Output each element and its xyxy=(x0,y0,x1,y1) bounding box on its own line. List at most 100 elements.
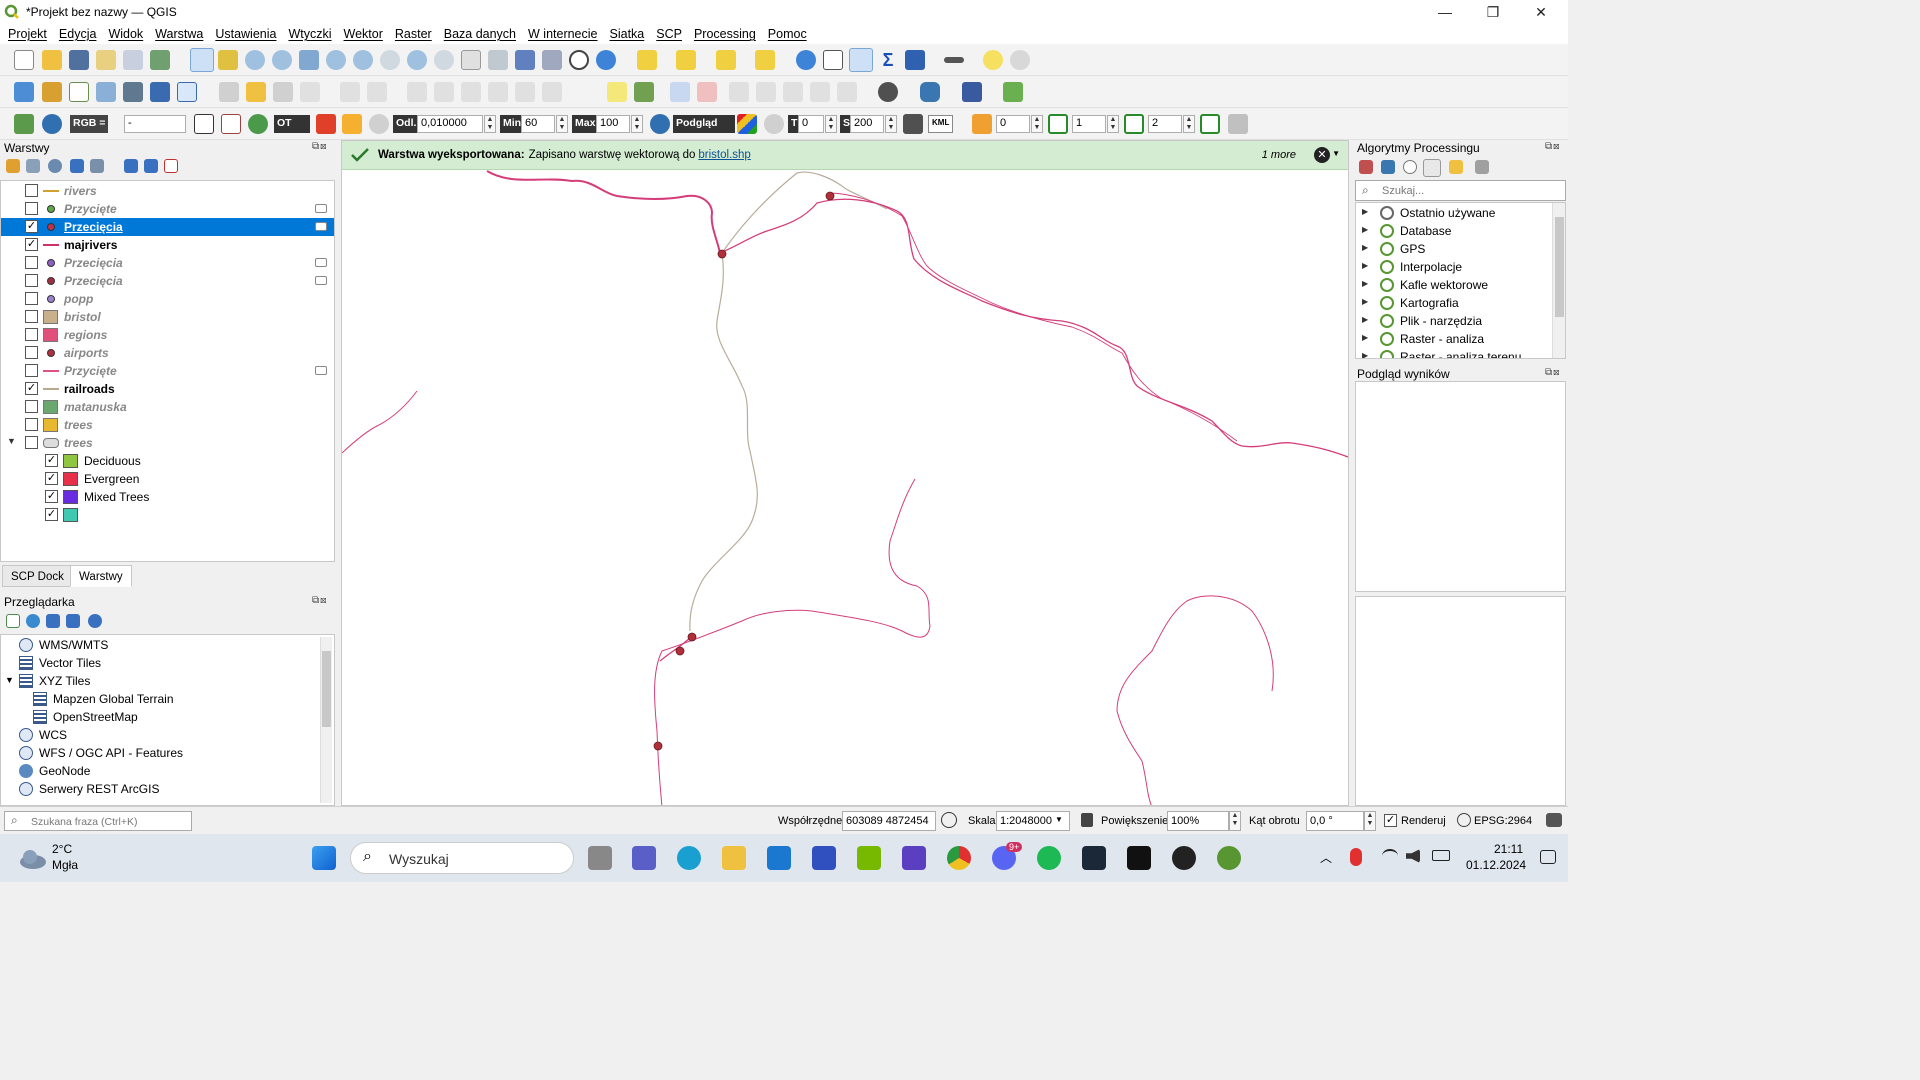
scp-local-cumulative-icon[interactable] xyxy=(221,114,241,134)
file-explorer-icon[interactable] xyxy=(722,846,746,870)
copy-features-icon[interactable] xyxy=(461,82,481,102)
lock-scale-icon[interactable] xyxy=(1081,813,1093,827)
crs-label[interactable]: EPSG:2964 xyxy=(1474,815,1532,827)
layer-visibility-checkbox[interactable] xyxy=(25,418,38,431)
save-project-icon[interactable] xyxy=(69,50,89,70)
legend-class-checkbox[interactable]: ✓ xyxy=(45,490,58,503)
expand-chevron-icon[interactable]: ▶ xyxy=(1362,315,1368,324)
t-input[interactable]: 0 xyxy=(798,115,824,133)
coordinate-toggle-icon[interactable] xyxy=(941,812,957,828)
temporary-layer-icon[interactable] xyxy=(315,366,327,375)
layer-row[interactable]: Przycięte xyxy=(1,362,334,380)
zoom-to-layer-icon[interactable] xyxy=(353,50,373,70)
annotation-icon[interactable] xyxy=(1010,50,1030,70)
menu-widok[interactable]: Widok xyxy=(104,27,147,41)
map-features[interactable] xyxy=(342,141,1349,806)
label-toolbar-icon[interactable] xyxy=(607,82,627,102)
expand-chevron-icon[interactable]: ▼ xyxy=(5,675,14,685)
models-icon[interactable] xyxy=(1359,160,1373,174)
filter-browser-icon[interactable] xyxy=(46,614,60,628)
expand-all-icon[interactable] xyxy=(124,159,138,173)
menu-wtyczki[interactable]: Wtyczki xyxy=(284,27,335,41)
new-bookmark-icon[interactable] xyxy=(515,50,535,70)
algorithm-group[interactable]: ▶ GPS xyxy=(1356,240,1552,258)
add-raster-layer-icon[interactable] xyxy=(150,82,170,102)
new-shapefile-layer-icon[interactable] xyxy=(69,82,89,102)
browser-item[interactable]: WFS / OGC API - Features xyxy=(1,744,319,762)
zoom-out-icon[interactable] xyxy=(272,50,292,70)
layer-row[interactable]: airports xyxy=(1,344,334,362)
value-spinner-3[interactable]: ▲ ▼ xyxy=(1183,115,1195,133)
menu-raster[interactable]: Raster xyxy=(391,27,436,41)
layer-row[interactable]: popp xyxy=(1,290,334,308)
expand-chevron-icon[interactable]: ▶ xyxy=(1362,279,1368,288)
minimize-button[interactable]: — xyxy=(1422,0,1468,24)
algorithm-group[interactable]: ▶ Database xyxy=(1356,222,1552,240)
value-input-3[interactable]: 2 xyxy=(1148,115,1182,133)
max-spinner[interactable]: ▲ ▼ xyxy=(631,115,643,133)
menu-projekt[interactable]: Projekt xyxy=(4,27,51,41)
weather-temp[interactable]: 2°C xyxy=(52,842,72,856)
layer-visibility-checkbox[interactable] xyxy=(25,346,38,359)
layer-row[interactable]: ✓ majrivers xyxy=(1,236,334,254)
statistical-summary-icon[interactable]: Σ xyxy=(878,50,898,70)
processing-options-icon[interactable] xyxy=(1475,160,1489,174)
redo-icon[interactable] xyxy=(542,82,562,102)
algorithm-group[interactable]: ▶ Ostatnio używane xyxy=(1356,204,1552,222)
deselect-features-icon[interactable] xyxy=(716,50,736,70)
browser-item[interactable]: WCS xyxy=(1,726,319,744)
vertex-tool-icon[interactable] xyxy=(340,82,360,102)
layer-visibility-checkbox[interactable] xyxy=(25,364,38,377)
scp-roi-icon[interactable] xyxy=(316,114,336,134)
expand-chevron-icon[interactable]: ▶ xyxy=(1362,333,1368,342)
processing-scrollbar[interactable] xyxy=(1552,203,1565,358)
legend-class-checkbox[interactable]: ✓ xyxy=(45,454,58,467)
zoom-native-icon[interactable] xyxy=(380,50,400,70)
zoom-next-icon[interactable] xyxy=(434,50,454,70)
locator-search[interactable]: ⌕ Szukana fraza (Ctrl+K) xyxy=(4,811,192,831)
chrome-icon[interactable] xyxy=(947,846,971,870)
message-more[interactable]: 1 more xyxy=(1262,149,1296,161)
menu-warstwa[interactable]: Warstwa xyxy=(151,27,207,41)
layer-row[interactable]: ▼ trees xyxy=(1,434,334,452)
wifi-icon[interactable] xyxy=(1382,849,1398,863)
rotation-spinner[interactable]: ▲ ▼ xyxy=(1364,811,1376,831)
s-input[interactable]: 200 xyxy=(850,115,884,133)
zoom-in-icon[interactable] xyxy=(245,50,265,70)
edge-icon[interactable] xyxy=(677,846,701,870)
scp-tool-icon[interactable] xyxy=(878,82,898,102)
layer-visibility-checkbox[interactable] xyxy=(25,184,38,197)
layer-row[interactable]: matanuska xyxy=(1,398,334,416)
zoom-last-icon[interactable] xyxy=(407,50,427,70)
legend-class-checkbox[interactable]: ✓ xyxy=(45,508,58,521)
new-virtual-layer-icon[interactable] xyxy=(123,82,143,102)
pan-map-icon[interactable] xyxy=(190,48,214,72)
scp-next-icon-2[interactable] xyxy=(1124,114,1144,134)
expand-chevron-icon[interactable]: ▼ xyxy=(7,436,16,446)
undo-icon[interactable] xyxy=(515,82,535,102)
collapse-browser-icon[interactable] xyxy=(66,614,80,628)
task-view-icon[interactable] xyxy=(588,846,612,870)
scp-zoom-preview-icon[interactable] xyxy=(248,114,268,134)
cloud-weather-icon[interactable] xyxy=(18,848,48,870)
algorithm-group[interactable]: ▶ Kartografia xyxy=(1356,294,1552,312)
s-spinner[interactable]: ▲ ▼ xyxy=(885,115,897,133)
remove-layer-icon[interactable] xyxy=(164,159,178,173)
menu-pomoc[interactable]: Pomoc xyxy=(764,27,811,41)
label-properties-icon[interactable] xyxy=(837,82,857,102)
manage-map-themes-icon[interactable] xyxy=(48,159,62,173)
filter-expression-icon[interactable] xyxy=(90,159,104,173)
min-input[interactable]: 60 xyxy=(521,115,555,133)
legend-class-row[interactable]: ✓ Deciduous xyxy=(1,452,334,470)
scp-zoom-classification-icon[interactable] xyxy=(650,114,670,134)
add-group-icon[interactable] xyxy=(26,159,40,173)
processing-toolbox-icon[interactable] xyxy=(849,48,873,72)
kml-label[interactable]: KML xyxy=(928,115,954,133)
layer-row[interactable]: regions xyxy=(1,326,334,344)
paste-features-icon[interactable] xyxy=(488,82,508,102)
layer-visibility-checkbox[interactable] xyxy=(25,436,38,449)
menu-siatka[interactable]: Siatka xyxy=(606,27,649,41)
layer-visibility-checkbox[interactable]: ✓ xyxy=(25,382,38,395)
menu-baza-danych[interactable]: Baza danych xyxy=(440,27,520,41)
browser-item[interactable]: ▼ XYZ Tiles xyxy=(1,672,319,690)
